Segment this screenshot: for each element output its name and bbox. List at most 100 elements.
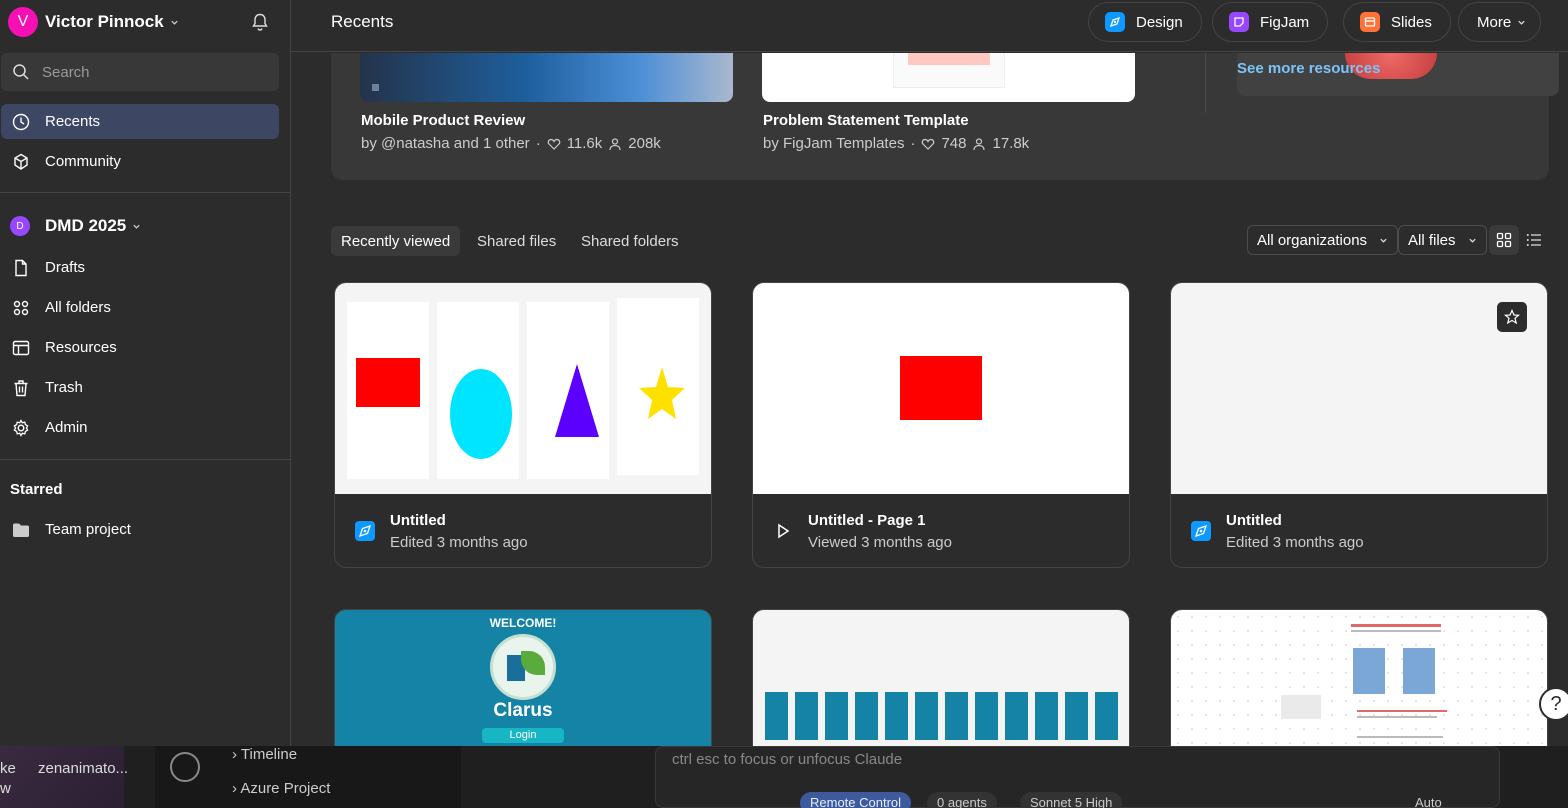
- tree-item[interactable]: › Timeline: [232, 746, 297, 763]
- agents-chip[interactable]: 0 agents: [927, 792, 997, 808]
- model-chip[interactable]: Sonnet 5 High: [1020, 792, 1123, 808]
- tab-shared-folders[interactable]: Shared folders: [571, 226, 689, 256]
- file-card[interactable]: [752, 609, 1130, 746]
- sidebar-item-team-project[interactable]: Team project: [1, 512, 279, 547]
- tree-item[interactable]: › Azure Project: [232, 780, 330, 797]
- file-icon: [15, 259, 27, 276]
- resource-thumbnail[interactable]: [360, 53, 733, 102]
- sidebar-item-resources[interactable]: Resources: [1, 330, 279, 365]
- mini-screen: [975, 692, 998, 740]
- grid-view-icon: [1496, 232, 1512, 248]
- team-switcher[interactable]: D DMD 2025: [10, 213, 141, 239]
- mini-screen: [825, 692, 848, 740]
- divider: [0, 192, 291, 193]
- sidebar-item-label: Resources: [45, 339, 117, 356]
- sidebar-item-all-folders[interactable]: All folders: [1, 290, 279, 325]
- dropdown-value: All organizations: [1257, 231, 1368, 249]
- resource-title[interactable]: Problem Statement Template: [763, 112, 969, 129]
- resource-title[interactable]: Mobile Product Review: [361, 112, 525, 129]
- mini-screen: [885, 692, 908, 740]
- file-card[interactable]: Untitled Edited 3 months ago: [1170, 282, 1548, 568]
- file-subtitle: Edited 3 months ago: [390, 534, 528, 551]
- tab-shared-files[interactable]: Shared files: [467, 226, 566, 256]
- file-card[interactable]: WELCOME! Clarus Login: [334, 609, 712, 746]
- auto-chip[interactable]: Auto: [1405, 792, 1452, 808]
- file-title: Untitled - Page 1: [808, 512, 926, 529]
- mini-screen: [1095, 692, 1118, 740]
- team-name: DMD 2025: [45, 216, 127, 235]
- account-switcher[interactable]: V Victor Pinnock: [8, 7, 179, 37]
- starred-heading[interactable]: Starred: [10, 481, 63, 498]
- page-title: Recents: [331, 12, 394, 31]
- mini-screen: [1065, 692, 1088, 740]
- file-subtitle: Viewed 3 months ago: [808, 534, 952, 551]
- button-label: Design: [1136, 13, 1183, 31]
- search-input[interactable]: [42, 63, 262, 81]
- file-card[interactable]: Untitled Edited 3 months ago: [334, 282, 712, 568]
- mini-screen: [795, 692, 818, 740]
- taskbar-text: w: [0, 780, 11, 797]
- app-name: Clarus: [493, 700, 553, 721]
- see-more-resources-link[interactable]: See more resources: [1237, 60, 1380, 77]
- sidebar-item-admin[interactable]: Admin: [1, 410, 279, 445]
- mini-screen: [1035, 692, 1058, 740]
- remote-control-chip[interactable]: Remote Control: [800, 792, 912, 808]
- file-card[interactable]: Untitled - Page 1 Viewed 3 months ago: [752, 282, 1130, 568]
- person-icon[interactable]: [170, 752, 200, 782]
- rectangle-shape: [900, 356, 982, 420]
- taskbar-thumbnail[interactable]: [0, 746, 124, 808]
- sidebar-item-drafts[interactable]: Drafts: [1, 250, 279, 285]
- new-design-button[interactable]: Design: [1088, 2, 1202, 42]
- search-box[interactable]: [1, 53, 279, 91]
- thumbnail-mark: [908, 53, 990, 65]
- bell-icon[interactable]: [250, 12, 270, 32]
- design-file-icon: [1191, 521, 1211, 541]
- sidebar-item-trash[interactable]: Trash: [1, 370, 279, 405]
- chevron-down-icon: [133, 224, 140, 229]
- help-button[interactable]: ?: [1539, 687, 1568, 721]
- chevron-down-icon: [1518, 20, 1525, 25]
- file-thumbnail: [753, 283, 1129, 494]
- divider: [0, 459, 291, 460]
- file-card[interactable]: [1170, 609, 1548, 746]
- sidebar-item-label: Community: [45, 153, 121, 170]
- button-label: FigJam: [1260, 13, 1310, 31]
- more-button[interactable]: More: [1458, 2, 1542, 42]
- taskbar: ke zenanimato... w › Timeline › Azure Pr…: [0, 746, 1568, 808]
- new-slides-button[interactable]: Slides: [1343, 2, 1451, 42]
- dropdown-value: All files: [1408, 231, 1456, 249]
- thumbnail-mark: [372, 84, 379, 91]
- like-count: 11.6k: [566, 135, 603, 152]
- command-placeholder: ctrl esc to focus or unfocus Claude: [672, 751, 903, 768]
- new-figjam-button[interactable]: FigJam: [1212, 2, 1329, 42]
- top-bar: Recents Design FigJam Slides More: [291, 0, 1568, 52]
- design-icon: [1105, 12, 1125, 32]
- star-icon: [1504, 309, 1520, 325]
- organization-filter[interactable]: All organizations: [1247, 225, 1399, 255]
- welcome-text: WELCOME!: [489, 616, 557, 630]
- list-view-button[interactable]: [1519, 225, 1549, 255]
- like-count: 748: [941, 135, 967, 152]
- resource-thumbnail[interactable]: [762, 53, 1135, 102]
- resource-meta: by FigJam Templates · 748 17.8k: [763, 135, 1029, 152]
- file-title: Untitled: [1226, 512, 1282, 529]
- folder-icon: [13, 523, 29, 537]
- button-label: More: [1477, 13, 1512, 31]
- ellipse-shape: [450, 369, 512, 459]
- file-thumbnail: [335, 283, 711, 494]
- mini-screen: [915, 692, 938, 740]
- resources-panel: Mobile Product Review by @natasha and 1 …: [331, 53, 1559, 180]
- tab-recently-viewed[interactable]: Recently viewed: [331, 226, 461, 256]
- resource-author: by @natasha and 1 other: [361, 135, 530, 152]
- figjam-icon: [1229, 12, 1249, 32]
- thumbnail-mark: [1353, 648, 1385, 694]
- mini-screen: [765, 692, 788, 740]
- sidebar-item-recents[interactable]: Recents: [1, 104, 279, 139]
- login-button: Login: [482, 728, 564, 743]
- triangle-shape: [555, 364, 599, 437]
- mini-screen: [1005, 692, 1028, 740]
- star-button[interactable]: [1497, 302, 1527, 332]
- file-type-filter[interactable]: All files: [1398, 225, 1487, 255]
- grid-view-button[interactable]: [1489, 225, 1519, 255]
- sidebar-item-community[interactable]: Community: [1, 144, 279, 179]
